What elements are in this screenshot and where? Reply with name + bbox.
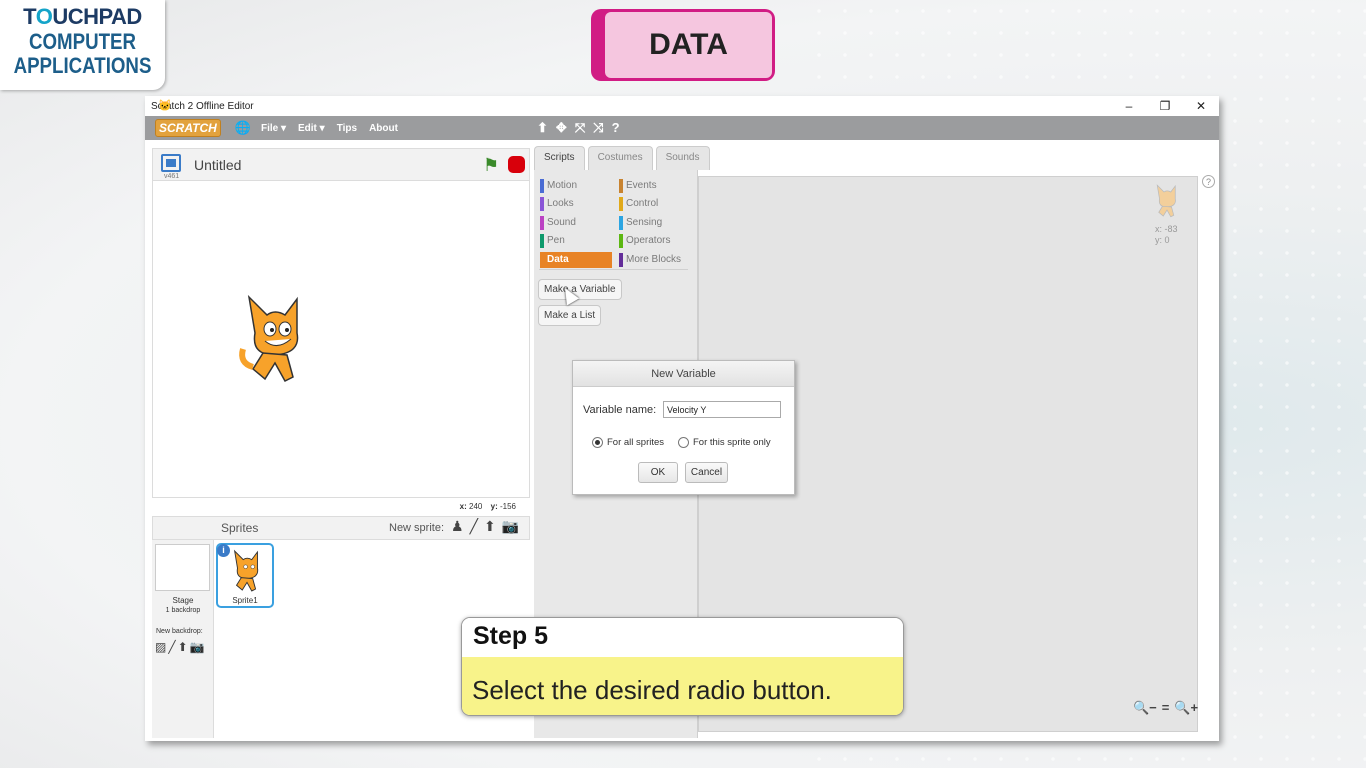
category-events[interactable]: Events	[619, 178, 691, 194]
heading-title: DATA	[605, 12, 772, 78]
shrink-tool-icon[interactable]: ⤨	[593, 120, 603, 136]
window-controls: – ❐ ✕	[1111, 96, 1219, 116]
category-data[interactable]: Data	[540, 252, 612, 268]
radio-for-this-sprite[interactable]: For this sprite only	[678, 437, 771, 448]
category-looks[interactable]: Looks	[540, 196, 612, 212]
step-description: Select the desired radio button.	[462, 657, 903, 715]
menu-file[interactable]: File ▾	[261, 123, 286, 134]
variable-name-label: Variable name:	[583, 404, 657, 416]
tab-sounds[interactable]: Sounds	[655, 146, 710, 170]
cat-sprite-icon[interactable]	[235, 293, 315, 385]
globe-icon[interactable]: 🌐	[235, 120, 251, 136]
camera-sprite-icon[interactable]: 📷	[502, 518, 519, 535]
window-titlebar: 🐱 Scratch 2 Offline Editor – ❐ ✕	[145, 96, 1219, 116]
zoom-in-icon[interactable]: 🔍+	[1174, 700, 1198, 716]
stage-thumbnail[interactable]	[155, 544, 210, 591]
editor-tabs: Scripts Costumes Sounds	[534, 146, 710, 171]
choose-sprite-icon[interactable]: ♟	[451, 518, 464, 535]
menu-bar: SCRATCH 🌐 File ▾ Edit ▾ Tips About ⬆ ✥ ⤧…	[145, 116, 1219, 140]
make-variable-button[interactable]: Make a Variable	[538, 279, 622, 300]
category-control[interactable]: Control	[619, 196, 691, 212]
menu-about[interactable]: About	[369, 123, 398, 134]
paint-sprite-icon[interactable]: ╱	[470, 518, 478, 535]
stage-canvas[interactable]	[152, 180, 530, 498]
fullscreen-icon[interactable]	[161, 154, 181, 172]
scratch-cat-icon: 🐱	[158, 100, 172, 112]
cancel-button[interactable]: Cancel	[685, 462, 728, 483]
menu-tips[interactable]: Tips	[337, 123, 357, 134]
category-more-blocks[interactable]: More Blocks	[619, 252, 691, 268]
tab-costumes[interactable]: Costumes	[587, 146, 653, 170]
brand-line1: TOUCHPAD	[23, 4, 142, 29]
palette-divider	[539, 269, 688, 270]
new-backdrop-label: New backdrop:	[156, 628, 203, 635]
category-sound[interactable]: Sound	[540, 215, 612, 231]
choose-backdrop-icon[interactable]: ▨	[155, 640, 166, 654]
category-pen[interactable]: Pen	[540, 233, 612, 249]
stage-header: v461 Untitled ⚑	[152, 148, 530, 181]
zoom-out-icon[interactable]: 🔍−	[1133, 700, 1157, 716]
brand-line2: COMPUTER	[28, 29, 136, 54]
category-sensing[interactable]: Sensing	[619, 215, 691, 231]
category-motion[interactable]: Motion	[540, 178, 612, 194]
sprite-tile[interactable]: i Sprite1	[216, 543, 274, 608]
toolbar: ⬆ ✥ ⤧ ⤨ ?	[537, 120, 620, 136]
version-label: v461	[164, 173, 180, 180]
brand-logo: TOUCHPAD COMPUTER APPLICATIONS	[0, 0, 165, 90]
current-sprite-cat-icon	[1156, 184, 1176, 218]
brand-line3: APPLICATIONS	[13, 53, 152, 78]
sprites-label: Sprites	[221, 521, 259, 535]
sprite-position-readout: x: -83 y: 0	[1155, 224, 1178, 245]
duplicate-tool-icon[interactable]: ⬆	[537, 120, 548, 136]
zoom-reset-icon[interactable]: =	[1162, 700, 1170, 716]
camera-backdrop-icon[interactable]: 📷	[190, 640, 205, 654]
help-tool-icon[interactable]: ?	[612, 120, 620, 136]
variable-name-input[interactable]	[663, 401, 781, 418]
step-title: Step 5	[462, 618, 903, 657]
grow-tool-icon[interactable]: ⤧	[575, 120, 585, 136]
stage-column: Stage 1 backdrop New backdrop: ▨ ╱ ⬆ 📷	[152, 540, 214, 738]
paint-backdrop-icon[interactable]: ╱	[168, 640, 175, 654]
upload-backdrop-icon[interactable]: ⬆	[178, 640, 188, 654]
minimize-button[interactable]: –	[1111, 96, 1147, 116]
sprite-name: Sprite1	[232, 596, 258, 605]
dialog-title: New Variable	[573, 361, 794, 387]
new-backdrop-icons: ▨ ╱ ⬆ 📷	[155, 640, 205, 654]
tab-scripts[interactable]: Scripts	[534, 146, 585, 171]
sprite-thumb-cat-icon	[233, 549, 259, 592]
radio-circle-checked[interactable]	[592, 437, 603, 448]
mouse-coords: x: 240 y: -156	[459, 502, 516, 511]
category-operators[interactable]: Operators	[619, 233, 691, 249]
delete-tool-icon[interactable]: ✥	[556, 120, 567, 136]
zoom-controls: 🔍− = 🔍+	[1133, 700, 1198, 716]
ok-button[interactable]: OK	[638, 462, 678, 483]
restore-button[interactable]: ❐	[1147, 96, 1183, 116]
stage-label: Stage	[172, 596, 194, 605]
stop-icon[interactable]	[508, 156, 525, 173]
sprites-header: Sprites New sprite: ♟ ╱ ⬆ 📷	[152, 516, 530, 540]
scratch-logo[interactable]: SCRATCH	[155, 119, 221, 137]
upload-sprite-icon[interactable]: ⬆	[484, 518, 496, 535]
project-name[interactable]: Untitled	[194, 157, 241, 173]
close-button[interactable]: ✕	[1183, 96, 1219, 116]
green-flag-icon[interactable]: ⚑	[483, 155, 499, 176]
new-sprite-icons: ♟ ╱ ⬆ 📷	[451, 518, 519, 535]
backdrop-count: 1 backdrop	[165, 607, 201, 614]
step-callout: Step 5 Select the desired radio button.	[461, 617, 904, 716]
new-variable-dialog: New Variable Variable name: For all spri…	[572, 360, 795, 495]
heading-pill: DATA	[591, 9, 775, 81]
new-sprite-label: New sprite:	[389, 522, 445, 534]
make-list-button[interactable]: Make a List	[538, 305, 602, 326]
menu-edit[interactable]: Edit ▾	[298, 123, 325, 134]
help-icon[interactable]: ?	[1202, 175, 1215, 188]
radio-for-all-sprites[interactable]: For all sprites	[592, 437, 664, 448]
radio-circle[interactable]	[678, 437, 689, 448]
